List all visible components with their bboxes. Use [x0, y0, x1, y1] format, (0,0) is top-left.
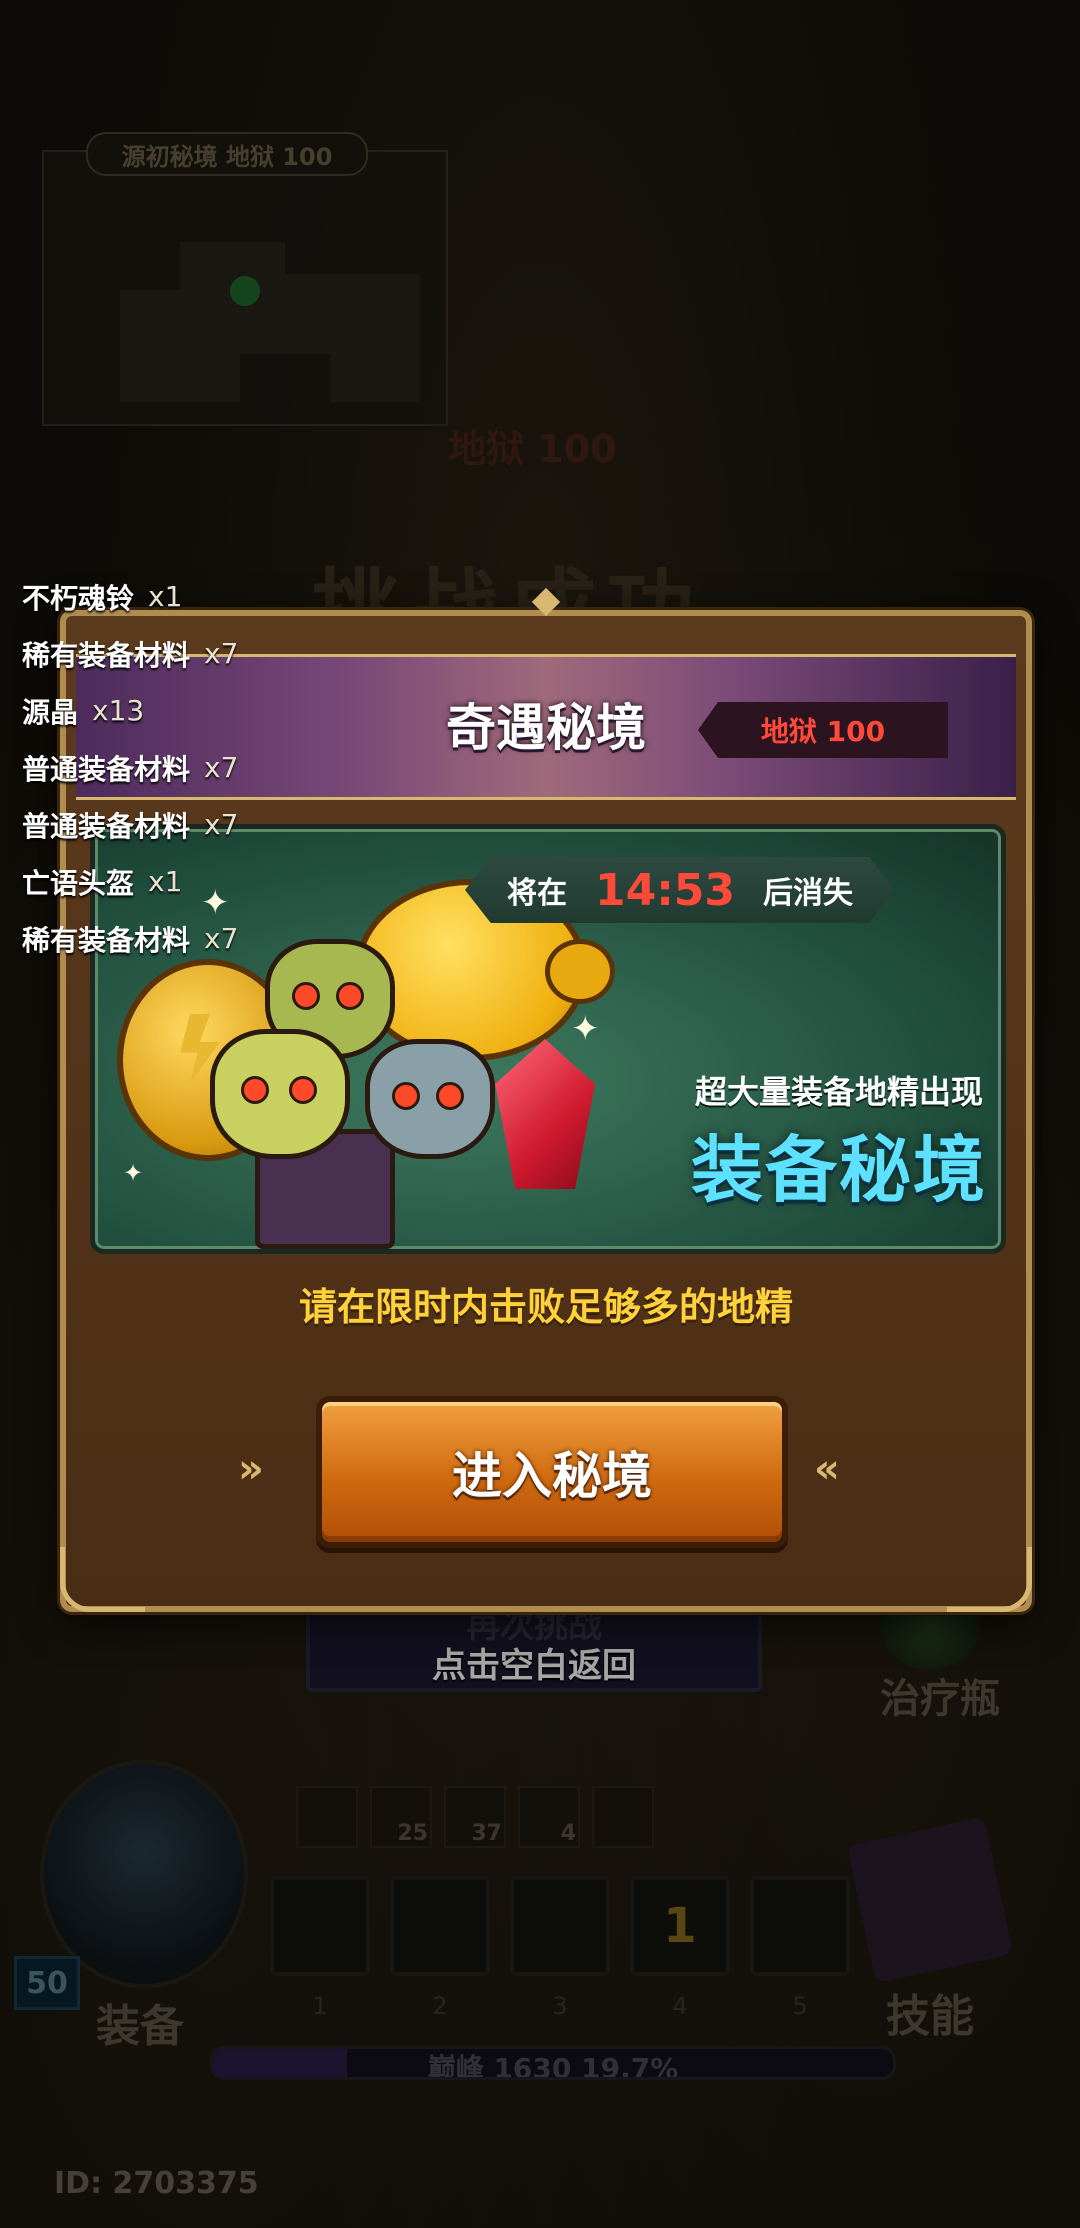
reward-qty: x7: [204, 637, 239, 670]
reward-item: 不朽魂铃 x1: [22, 568, 238, 625]
banner-subtitle: 超大量装备地精出现: [694, 1073, 983, 1111]
arrow-left-ornament-icon: «: [814, 1446, 840, 1492]
reward-name: 稀有装备材料: [22, 923, 191, 957]
reward-name: 不朽魂铃: [22, 581, 135, 615]
reward-name: 稀有装备材料: [22, 638, 191, 672]
timer-value: 14:53: [594, 864, 736, 916]
reward-qty: x7: [204, 922, 239, 955]
corner-ornament-icon: [60, 1547, 145, 1612]
goblin-eye: [241, 1076, 269, 1104]
reward-item: 稀有装备材料 x7: [22, 625, 238, 682]
reward-name: 普通装备材料: [22, 809, 191, 843]
reward-qty: x7: [204, 808, 239, 841]
goblin-eye: [392, 1082, 420, 1110]
goblin-eye: [336, 982, 364, 1010]
reward-name: 亡语头盔: [22, 866, 135, 900]
reward-item: 普通装备材料 x7: [22, 739, 238, 796]
reward-qty: x13: [92, 694, 145, 727]
instruction-text: 请在限时内击败足够多的地精: [298, 1285, 793, 1329]
reward-item: 亡语头盔 x1: [22, 853, 238, 910]
reward-item: 源晶 x13: [22, 682, 238, 739]
goblin-eye: [436, 1082, 464, 1110]
goblin-eye: [289, 1076, 317, 1104]
reward-qty: x7: [204, 751, 239, 784]
enter-realm-button[interactable]: 进入秘境: [316, 1396, 788, 1548]
arrow-right-ornament-icon: »: [238, 1446, 264, 1492]
timer-suffix: 后消失: [763, 876, 854, 911]
reward-qty: x1: [148, 865, 183, 898]
reward-name: 普通装备材料: [22, 752, 191, 786]
difficulty-badge: 地狱 100: [698, 702, 948, 758]
goblin-icon: [210, 1029, 350, 1159]
reward-item: 稀有装备材料 x7: [22, 910, 238, 967]
pig-snout-icon: [545, 939, 615, 1004]
reward-item: 普通装备材料 x7: [22, 796, 238, 853]
banner-title: 装备秘境: [690, 1128, 987, 1212]
reward-name: 源晶: [22, 695, 79, 729]
goblin-eye: [292, 982, 320, 1010]
sparkle-icon: ✦: [123, 1159, 144, 1187]
timer-prefix: 将在: [506, 876, 567, 911]
reward-list: 不朽魂铃 x1 稀有装备材料 x7 源晶 x13 普通装备材料 x7 普通装备材料 x7 …: [22, 568, 238, 967]
goblin-icon: [365, 1039, 495, 1159]
red-crystal-icon: [495, 1039, 595, 1189]
reward-qty: x1: [148, 580, 183, 613]
expiry-timer: 将在 14:53 后消失: [465, 857, 895, 923]
sparkle-icon: ✦: [571, 1009, 600, 1049]
corner-ornament-icon: [947, 1547, 1032, 1612]
